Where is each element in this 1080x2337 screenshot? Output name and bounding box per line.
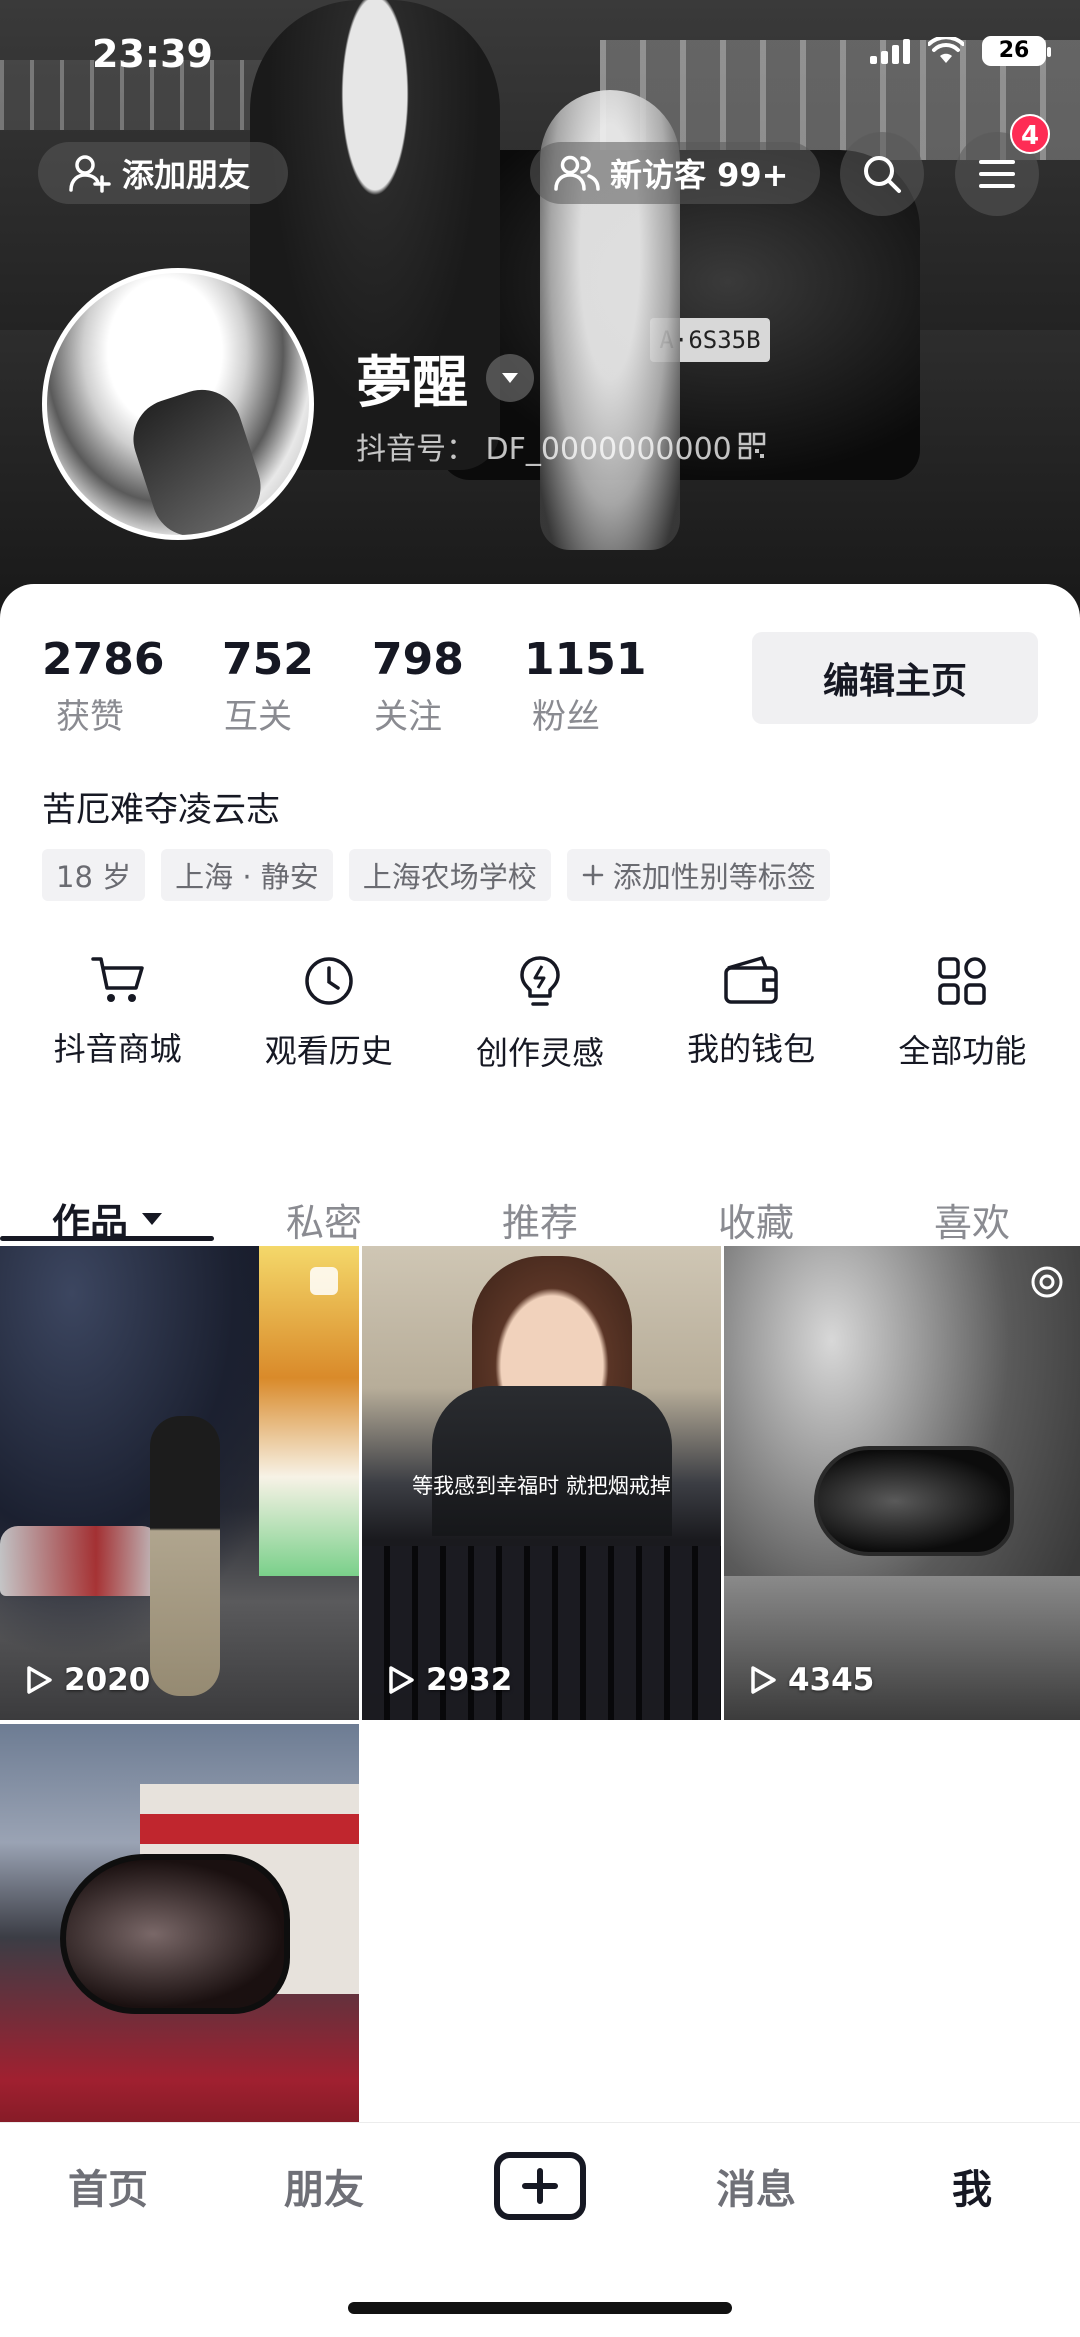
douyin-id-text: 抖音号： DF_0000000000 — [356, 432, 732, 467]
stat-mutual-value: 752 — [222, 634, 314, 685]
bottom-navigation: 首页 朋友 消息 我 — [0, 2122, 1080, 2248]
add-friend-button[interactable]: 添加朋友 — [38, 142, 288, 204]
feature-inspiration-label: 创作灵感 — [475, 1034, 604, 1072]
stat-likes-label: 获赞 — [56, 697, 124, 737]
stat-followers-value: 1151 — [524, 634, 647, 685]
stat-followers-label: 粉丝 — [532, 697, 600, 737]
plus-icon — [522, 2167, 558, 2204]
play-count-value: 4345 — [788, 1662, 875, 1698]
account-switch-button[interactable] — [486, 354, 534, 402]
play-count: 2932 — [386, 1662, 512, 1698]
avatar[interactable] — [42, 268, 314, 540]
play-icon — [27, 1666, 52, 1694]
play-count: 4345 — [748, 1662, 874, 1698]
visitors-icon — [554, 155, 600, 191]
tile-road — [724, 1576, 1080, 1720]
video-tile[interactable]: 2020 — [0, 1246, 359, 1720]
qr-code-icon[interactable] — [738, 432, 766, 460]
profile-stats: 2786 获赞 752 互关 798 关注 1151 粉丝 — [42, 634, 674, 738]
wallet-icon — [724, 956, 778, 1004]
tag-school[interactable]: 上海农场学校 — [348, 849, 551, 901]
nickname: 夢醒 — [356, 351, 468, 416]
feature-history[interactable]: 观看历史 — [229, 954, 429, 1074]
tile-mirror — [814, 1446, 1014, 1556]
new-visitors-button[interactable]: 新访客 99+ — [530, 142, 820, 204]
nav-friends[interactable]: 朋友 — [216, 2157, 432, 2215]
play-count: 2020 — [24, 1662, 150, 1698]
stat-following[interactable]: 798 关注 — [372, 634, 524, 738]
nav-home[interactable]: 首页 — [0, 2157, 216, 2215]
battery-icon: 26 — [982, 36, 1051, 66]
search-icon — [864, 156, 901, 193]
avatar-figure — [123, 379, 271, 535]
lightbulb-icon — [520, 956, 560, 1006]
cellular-signal-icon — [870, 38, 910, 64]
stat-mutual[interactable]: 752 互关 — [222, 634, 372, 738]
play-icon — [751, 1666, 776, 1694]
play-icon — [389, 1666, 414, 1694]
tag-location[interactable]: 上海 · 静安 — [161, 849, 333, 901]
feature-wallet[interactable]: 我的钱包 — [651, 954, 851, 1074]
bio: 苦厄难夺凌云志 — [42, 790, 280, 830]
feature-mall-label: 抖音商城 — [53, 1030, 182, 1068]
menu-icon — [979, 160, 1015, 188]
stat-following-value: 798 — [372, 634, 464, 685]
play-count-value: 2020 — [64, 1662, 151, 1698]
feature-inspiration[interactable]: 创作灵感 — [440, 954, 640, 1074]
cart-icon — [90, 957, 144, 1002]
play-count-value: 2932 — [426, 1662, 513, 1698]
video-subtitle: 等我感到幸福时 就把烟戒掉 — [412, 1474, 671, 1498]
tile-person — [150, 1416, 220, 1696]
create-button[interactable] — [494, 2151, 586, 2220]
add-friend-label: 添加朋友 — [122, 156, 251, 194]
tile-anime-kimono — [432, 1386, 672, 1536]
feature-mall[interactable]: 抖音商城 — [18, 954, 218, 1074]
status-time: 23:39 — [92, 32, 213, 76]
tile-cars — [0, 1526, 160, 1596]
feature-all[interactable]: 全部功能 — [862, 954, 1062, 1074]
stat-following-label: 关注 — [374, 697, 442, 737]
stat-likes[interactable]: 2786 获赞 — [42, 634, 222, 738]
feature-wallet-label: 我的钱包 — [687, 1030, 816, 1068]
profile-tags: 18 岁 上海 · 静安 上海农场学校 添加性别等标签 — [42, 849, 830, 901]
caret-down-icon — [502, 373, 518, 383]
nav-messages[interactable]: 消息 — [648, 2157, 864, 2215]
grid-icon — [938, 957, 987, 1005]
caret-down-icon — [142, 1213, 162, 1225]
tab-active-indicator — [0, 1236, 214, 1241]
multi-select-icon[interactable] — [307, 1264, 341, 1298]
wifi-icon — [928, 37, 964, 63]
profile-panel: 2786 获赞 752 互关 798 关注 1151 粉丝 编辑主页 苦厄难夺凌… — [0, 584, 1080, 2198]
home-indicator[interactable] — [348, 2302, 732, 2314]
stat-mutual-label: 互关 — [224, 697, 292, 737]
add-tag-label: 添加性别等标签 — [612, 860, 816, 894]
plus-icon — [582, 864, 604, 886]
video-tile[interactable]: 等我感到幸福时 就把烟戒掉 2932 — [362, 1246, 721, 1720]
feature-shortcuts: 抖音商城 观看历史 创作灵感 我的钱包 全部功能 — [0, 954, 1080, 1074]
search-button[interactable] — [840, 132, 924, 216]
add-user-icon — [69, 155, 111, 193]
tile-side-mirror — [60, 1854, 290, 2014]
edit-profile-button[interactable]: 编辑主页 — [752, 632, 1038, 724]
visitors-label: 新访客 99+ — [610, 156, 789, 194]
nav-create[interactable] — [432, 2151, 648, 2220]
feature-all-label: 全部功能 — [898, 1032, 1027, 1070]
clock-icon — [305, 957, 353, 1005]
douyin-id[interactable]: 抖音号： DF_0000000000 — [356, 424, 766, 468]
feature-history-label: 观看历史 — [264, 1032, 393, 1070]
stat-likes-value: 2786 — [42, 634, 165, 685]
menu-notification-badge: 4 — [1010, 114, 1050, 154]
nav-me[interactable]: 我 — [864, 2157, 1080, 2215]
video-tile[interactable]: 4345 — [724, 1246, 1080, 1720]
tag-age[interactable]: 18 岁 — [42, 849, 146, 901]
stat-followers[interactable]: 1151 粉丝 — [524, 634, 674, 738]
status-icons: 26 — [870, 36, 1051, 66]
add-tag-button[interactable]: 添加性别等标签 — [566, 849, 830, 901]
photo-album-icon — [1031, 1266, 1063, 1298]
